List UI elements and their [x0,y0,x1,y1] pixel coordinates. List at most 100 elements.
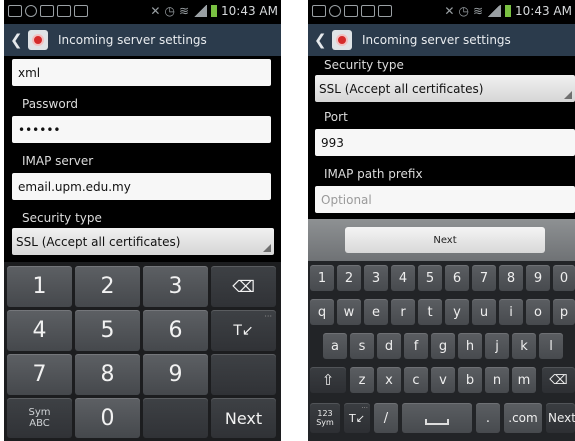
key-n[interactable]: n [485,367,509,393]
port-label: Port [324,110,348,124]
key-0[interactable]: 0 [75,398,140,438]
key-8[interactable]: 8 [75,354,140,395]
backspace-key[interactable]: ⌫ [211,266,276,307]
slash-key[interactable]: / [374,403,398,433]
key-h[interactable]: h [458,333,482,359]
key-e[interactable]: e [364,299,388,325]
key-y[interactable]: y [445,299,469,325]
key-a[interactable]: a [323,333,347,359]
sym-sub-label: ABC [29,418,50,429]
period-key[interactable]: . [476,403,500,433]
voicemail-icon [8,5,22,17]
imap-server-field[interactable]: email.upm.edu.my [12,173,271,200]
username-field[interactable]: xml [12,59,271,86]
key-t[interactable]: t [418,299,442,325]
security-type-dropdown[interactable]: SSL (Accept all certificates) [315,75,575,102]
key-m[interactable]: m [512,367,536,393]
shield-icon [344,5,358,17]
key-7[interactable]: 7 [472,265,496,291]
port-field[interactable]: 993 [315,129,575,156]
key-p[interactable]: p [553,299,575,325]
sync-icon [329,5,341,17]
sym-label: Sym [28,407,51,418]
key-u[interactable]: u [472,299,496,325]
email-app-icon[interactable] [28,30,48,50]
key-k[interactable]: k [512,333,536,359]
image-icon [361,5,375,17]
key-9[interactable]: 9 [143,354,208,395]
qwerty-keyboard: Next 1 2 3 4 5 6 7 8 9 0 q w e r t y u i… [308,219,575,441]
next-key[interactable]: Next [546,403,575,433]
wifi-icon: ≋ [472,4,484,18]
key-c[interactable]: c [404,367,428,393]
key-v[interactable]: v [431,367,455,393]
key-4[interactable]: 4 [391,265,415,291]
status-bar: ✕ ◷ ≋ 10:43 AM [4,0,281,24]
key-q[interactable]: q [310,299,334,325]
key-6[interactable]: 6 [445,265,469,291]
download-icon [74,5,88,17]
space-key[interactable] [402,403,472,433]
key-5[interactable]: 5 [75,310,140,351]
email-app-icon[interactable] [332,30,352,50]
notification-icons [312,5,392,17]
more-dots-icon: ··· [264,312,272,321]
dropdown-corner-icon [564,91,572,99]
key-1[interactable]: 1 [310,265,334,291]
text-mode-key[interactable]: T↙ ··· [344,403,370,433]
shift-key[interactable]: ⇧ [310,367,346,393]
imap-path-prefix-label: IMAP path prefix [324,167,423,181]
key-0[interactable]: 0 [553,265,575,291]
key-5[interactable]: 5 [418,265,442,291]
imap-path-prefix-field[interactable]: Optional [315,186,575,213]
key-7[interactable]: 7 [7,354,72,395]
key-f[interactable]: f [404,333,428,359]
key-r[interactable]: r [391,299,415,325]
imap-server-label: IMAP server [22,154,94,168]
security-type-dropdown[interactable]: SSL (Accept all certificates) [12,228,274,255]
security-type-label: Security type [22,211,102,225]
key-3[interactable]: 3 [364,265,388,291]
next-button[interactable]: Next [345,227,545,253]
dotcom-key[interactable]: .com [504,403,542,433]
key-b[interactable]: b [458,367,482,393]
key-x[interactable]: x [377,367,401,393]
numeric-keypad: 1 2 3 ⌫ 4 5 6 T↙ ··· 7 8 9 Sym ABC 0 Nex… [4,262,281,441]
key-4[interactable]: 4 [7,310,72,351]
next-key[interactable]: Next [211,398,276,438]
sym-label: 123 [317,409,333,418]
shift-icon: ⇧ [321,371,335,389]
key-j[interactable]: j [485,333,509,359]
sym-key[interactable]: 123 Sym [310,403,340,433]
key-z[interactable]: z [350,367,374,393]
key-9[interactable]: 9 [526,265,550,291]
text-mode-key[interactable]: T↙ ··· [211,310,276,351]
key-l[interactable]: l [539,333,563,359]
key-d[interactable]: d [377,333,401,359]
key-8[interactable]: 8 [499,265,523,291]
battery-icon [211,5,218,17]
key-s[interactable]: s [350,333,374,359]
signal-icon [193,5,208,17]
key-6[interactable]: 6 [143,310,208,351]
key-1[interactable]: 1 [7,266,72,307]
system-icons: ✕ ◷ ≋ 10:43 AM [444,4,572,18]
key-w[interactable]: w [337,299,361,325]
backspace-key[interactable]: ⌫ [542,367,575,393]
image-icon [57,5,71,17]
download-icon [378,5,392,17]
left-screen: ✕ ◷ ≋ 10:43 AM ❮ Incoming server setting… [4,0,281,441]
sym-key[interactable]: Sym ABC [7,398,72,438]
key-o[interactable]: o [526,299,550,325]
key-i[interactable]: i [499,299,523,325]
key-g[interactable]: g [431,333,455,359]
key-3[interactable]: 3 [143,266,208,307]
battery-icon [505,5,512,17]
page-title: Incoming server settings [58,33,207,47]
key-2[interactable]: 2 [337,265,361,291]
key-2[interactable]: 2 [75,266,140,307]
password-field[interactable]: •••••• [12,116,271,143]
back-chevron-icon[interactable]: ❮ [10,31,23,49]
back-chevron-icon[interactable]: ❮ [314,31,327,49]
action-bar: ❮ Incoming server settings [308,24,575,56]
